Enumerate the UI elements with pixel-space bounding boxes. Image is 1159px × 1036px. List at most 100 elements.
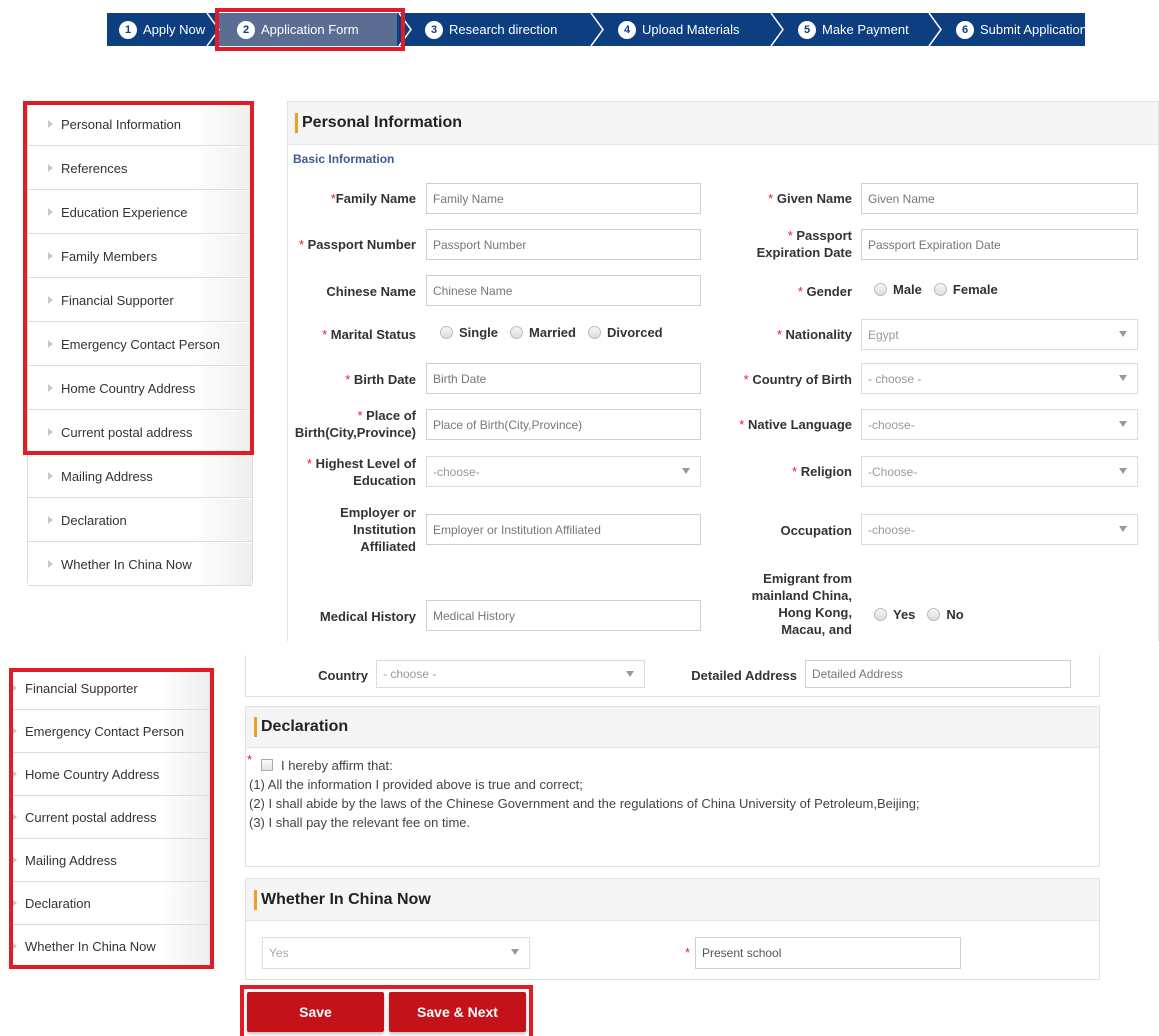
dropdown-arrow-icon bbox=[1119, 375, 1127, 381]
checkbox-icon[interactable] bbox=[261, 759, 273, 771]
step-application-form-label[interactable]: 2 Application Form bbox=[237, 13, 359, 46]
chevron-right-icon bbox=[398, 13, 412, 46]
emigrant-yes-radio[interactable]: Yes bbox=[874, 607, 915, 622]
step-upload-materials[interactable]: 4 Upload Materials bbox=[618, 13, 740, 46]
caret-right-icon bbox=[48, 120, 53, 128]
sidebar-item-whether-in-china[interactable]: Whether In China Now bbox=[12, 925, 209, 968]
religion-select[interactable]: -Choose- bbox=[861, 456, 1138, 487]
family-name-label: *Family Name bbox=[330, 191, 416, 206]
sidebar-item-emergency-contact[interactable]: Emergency Contact Person bbox=[12, 710, 209, 753]
dropdown-arrow-icon bbox=[626, 671, 634, 677]
place-of-birth-label: * Place of Birth(City,Province) bbox=[294, 408, 416, 440]
sidebar-item-whether-in-china[interactable]: Whether In China Now bbox=[28, 543, 252, 586]
declaration-affirm[interactable]: I hereby affirm that: bbox=[261, 756, 393, 775]
sidebar-item-education-experience[interactable]: Education Experience bbox=[28, 191, 252, 234]
sidebar-item-financial-supporter[interactable]: Financial Supporter bbox=[12, 667, 209, 710]
education-label: * Highest Level of Education bbox=[306, 456, 416, 488]
given-name-label: * Given Name bbox=[768, 191, 852, 206]
country-select[interactable]: - choose - bbox=[376, 660, 645, 688]
panel-header: Personal Information bbox=[288, 102, 1158, 145]
gender-male-radio[interactable]: Male bbox=[874, 282, 922, 297]
caret-right-icon bbox=[48, 516, 53, 524]
sidebar-item-references[interactable]: References bbox=[28, 147, 252, 190]
sidebar-item-current-postal-address[interactable]: Current postal address bbox=[12, 796, 209, 839]
step-submit-application[interactable]: 6 Submit Application bbox=[956, 13, 1085, 46]
save-button[interactable]: Save bbox=[247, 992, 384, 1032]
present-school-input[interactable]: Present school bbox=[695, 937, 961, 969]
country-of-birth-select[interactable]: - choose - bbox=[861, 363, 1138, 394]
sidebar-item-label: Home Country Address bbox=[25, 766, 160, 782]
detailed-address-input[interactable]: Detailed Address bbox=[805, 660, 1071, 688]
step-make-payment[interactable]: 5 Make Payment bbox=[798, 13, 909, 46]
caret-right-icon bbox=[48, 560, 53, 568]
step-progress-bar: 1 Apply Now 2 Application Form 3 Researc… bbox=[107, 13, 1085, 46]
chinese-name-input[interactable]: Chinese Name bbox=[426, 275, 701, 306]
education-select[interactable]: -choose- bbox=[426, 456, 701, 487]
sidebar-item-declaration[interactable]: Declaration bbox=[28, 499, 252, 542]
in-china-select[interactable]: Yes bbox=[262, 937, 530, 969]
nationality-label: * Nationality bbox=[776, 327, 852, 342]
passport-expiry-input[interactable]: Passport Expiration Date bbox=[861, 229, 1138, 260]
place-of-birth-input[interactable]: Place of Birth(City,Province) bbox=[426, 409, 701, 440]
step-number: 5 bbox=[798, 20, 816, 39]
occupation-select[interactable]: -choose- bbox=[861, 514, 1138, 545]
caret-right-icon bbox=[48, 384, 53, 392]
passport-expiry-label: * Passport Expiration Date bbox=[756, 228, 852, 260]
passport-number-input[interactable]: Passport Number bbox=[426, 229, 701, 260]
sidebar-item-mailing-address[interactable]: Mailing Address bbox=[12, 839, 209, 882]
sidebar-item-label: Declaration bbox=[25, 895, 91, 911]
sidebar-item-personal-information[interactable]: Personal Information bbox=[28, 103, 252, 146]
marital-single-radio[interactable]: Single bbox=[440, 325, 498, 340]
caret-right-icon bbox=[12, 813, 17, 821]
birth-date-input[interactable]: Birth Date bbox=[426, 363, 701, 394]
gender-female-radio[interactable]: Female bbox=[933, 282, 998, 297]
marital-divorced-radio[interactable]: Divorced bbox=[587, 325, 663, 340]
radio-icon bbox=[933, 283, 947, 296]
given-name-input[interactable]: Given Name bbox=[861, 183, 1138, 214]
caret-right-icon bbox=[12, 727, 17, 735]
radio-icon bbox=[927, 608, 941, 621]
panel-title: Whether In China Now bbox=[261, 890, 431, 908]
sidebar-item-emergency-contact[interactable]: Emergency Contact Person bbox=[28, 323, 252, 366]
radio-icon bbox=[440, 326, 453, 339]
sidebar-item-mailing-address[interactable]: Mailing Address bbox=[28, 455, 252, 498]
chinese-name-label: Chinese Name bbox=[326, 284, 416, 299]
family-name-input[interactable]: Family Name bbox=[426, 183, 701, 214]
country-label: Country bbox=[318, 668, 368, 683]
step-research-direction[interactable]: 3 Research direction bbox=[425, 13, 557, 46]
dropdown-arrow-icon bbox=[511, 949, 519, 955]
marital-married-radio[interactable]: Married bbox=[510, 325, 576, 340]
gender-label: * Gender bbox=[797, 284, 852, 299]
sidebar-item-family-members[interactable]: Family Members bbox=[28, 235, 252, 278]
sidebar-item-declaration[interactable]: Declaration bbox=[12, 882, 209, 925]
panel-title: Declaration bbox=[261, 718, 349, 735]
radio-icon bbox=[874, 608, 887, 621]
caret-right-icon bbox=[48, 472, 53, 480]
employer-input[interactable]: Employer or Institution Affiliated bbox=[426, 514, 701, 545]
radio-icon bbox=[510, 326, 524, 339]
sidebar-item-home-country-address[interactable]: Home Country Address bbox=[28, 367, 252, 410]
emigrant-no-radio[interactable]: No bbox=[927, 607, 964, 622]
occupation-label: Occupation bbox=[780, 523, 852, 538]
caret-right-icon bbox=[48, 164, 53, 172]
caret-right-icon bbox=[48, 428, 53, 436]
sidebar-item-current-postal-address[interactable]: Current postal address bbox=[28, 411, 252, 454]
sidebar-nav: Personal Information References Educatio… bbox=[27, 103, 253, 586]
panel-header: Whether In China Now bbox=[246, 879, 1099, 921]
employer-label: Employer or Institution Affiliated bbox=[340, 505, 416, 554]
step-number: 4 bbox=[618, 20, 636, 39]
sidebar-item-label: Whether In China Now bbox=[25, 938, 156, 954]
medical-history-input[interactable]: Medical History bbox=[426, 600, 701, 631]
detailed-address-label: Detailed Address bbox=[691, 668, 797, 683]
sidebar-item-home-country-address[interactable]: Home Country Address bbox=[12, 753, 209, 796]
step-apply-now[interactable]: 1 Apply Now bbox=[119, 13, 205, 46]
step-label: Submit Application bbox=[980, 22, 1085, 37]
native-language-select[interactable]: -choose- bbox=[861, 409, 1138, 440]
sidebar-item-financial-supporter[interactable]: Financial Supporter bbox=[28, 279, 252, 322]
nationality-select[interactable]: Egypt bbox=[861, 319, 1138, 350]
required-asterisk: * bbox=[685, 945, 691, 960]
radio-icon bbox=[874, 283, 887, 296]
religion-label: * Religion bbox=[792, 464, 852, 479]
save-next-button[interactable]: Save & Next bbox=[389, 992, 526, 1032]
sidebar-item-label: Mailing Address bbox=[25, 852, 117, 868]
